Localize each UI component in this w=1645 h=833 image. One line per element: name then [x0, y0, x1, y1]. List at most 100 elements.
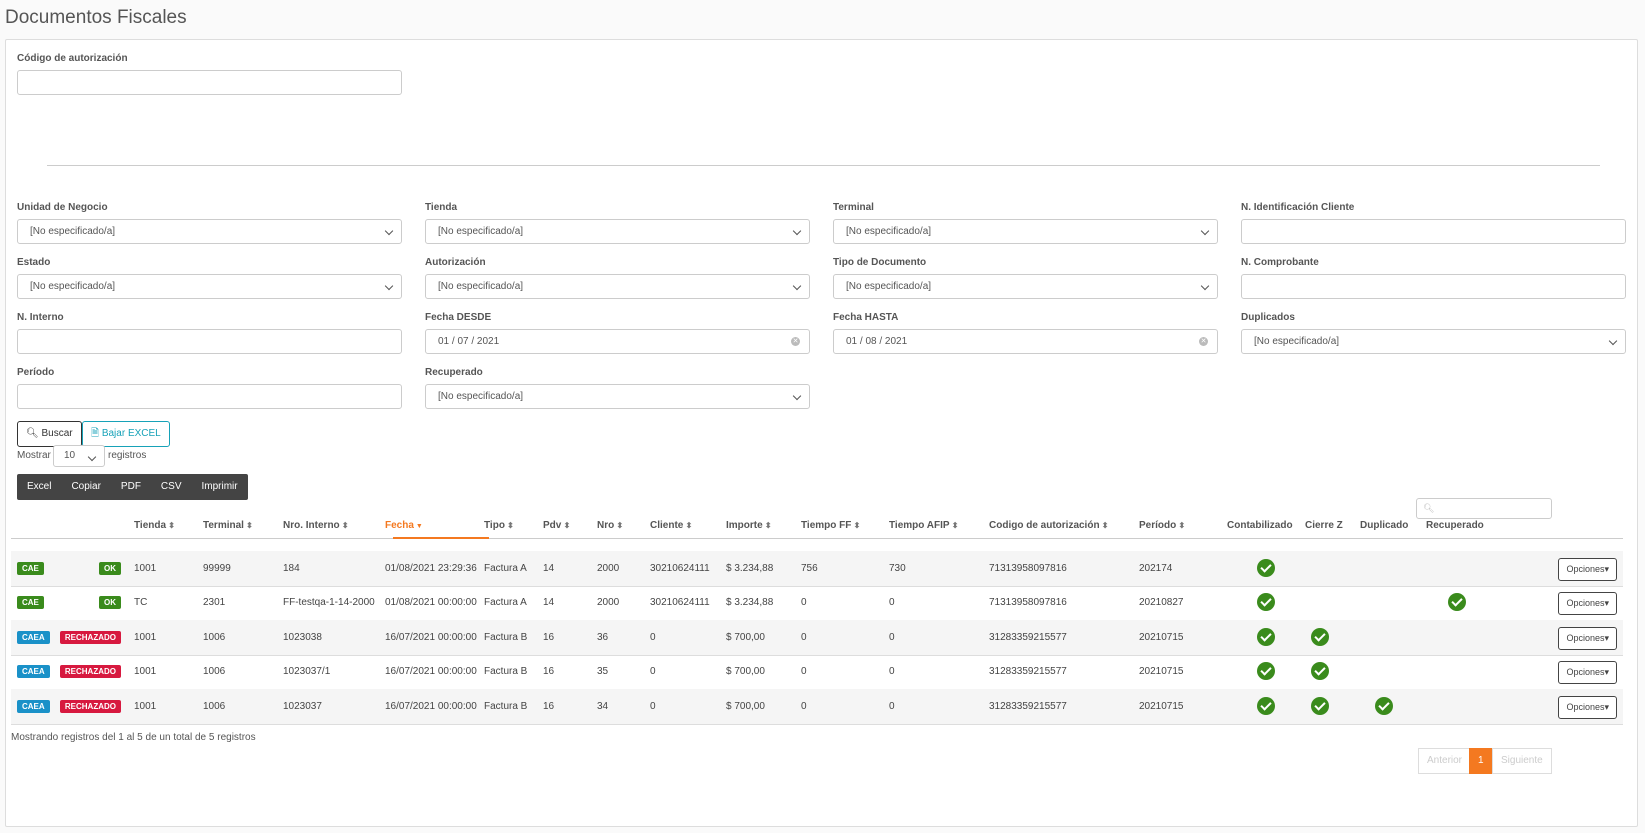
col-tiempo-afip[interactable]: Tiempo AFIP — [889, 520, 959, 531]
fecha-hasta-label: Fecha HASTA — [833, 312, 899, 323]
pagination-next[interactable]: Siguiente — [1492, 748, 1552, 774]
recuperado-value: [No especificado/a] — [438, 391, 524, 402]
tipo-documento-select[interactable]: [No especificado/a] — [833, 274, 1218, 299]
n-interno-input[interactable] — [17, 329, 402, 354]
duplicados-label: Duplicados — [1241, 312, 1295, 323]
opciones-button[interactable]: Opciones▾ — [1558, 661, 1617, 685]
opciones-button[interactable]: Opciones▾ — [1558, 626, 1617, 650]
cell-pdv: 16 — [543, 631, 555, 643]
cell-tiempo-ff: 0 — [801, 666, 807, 678]
codigo-autorizacion-input[interactable] — [17, 70, 402, 95]
cell-codigo: 31283359215577 — [989, 700, 1067, 712]
cell-tiempo-afip: 730 — [889, 563, 906, 574]
cell-tiempo-ff: 0 — [801, 631, 807, 643]
pagination-page-1[interactable]: 1 — [1469, 748, 1493, 774]
export-pdf-button[interactable]: PDF — [111, 474, 151, 500]
length-select[interactable]: 10 — [53, 445, 105, 467]
opciones-button[interactable]: Opciones▾ — [1558, 592, 1617, 616]
col-fecha[interactable]: Fecha — [385, 520, 423, 531]
check-circle-icon — [1311, 696, 1329, 715]
col-duplicado: Duplicado — [1360, 520, 1409, 531]
recuperado-select[interactable]: [No especificado/a] — [425, 384, 810, 409]
n-comprobante-input[interactable] — [1241, 274, 1626, 299]
estado-value: [No especificado/a] — [30, 281, 116, 292]
duplicados-select[interactable]: [No especificado/a] — [1241, 329, 1626, 354]
col-codigo-autorizacion[interactable]: Codigo de autorización — [989, 520, 1109, 531]
unidad-negocio-select[interactable]: [No especificado/a] — [17, 219, 402, 244]
export-excel-button[interactable]: Excel — [17, 474, 61, 500]
n-identificacion-cliente-label: N. Identificación Cliente — [1241, 202, 1355, 213]
length-value: 10 — [64, 450, 76, 461]
caret-down-icon: ▾ — [1604, 564, 1609, 574]
table-row: CAEA RECHAZADO 1001 1006 1023037 16/07/2021 0… — [11, 688, 1623, 725]
col-nro-interno[interactable]: Nro. Interno — [283, 520, 349, 531]
cell-periodo: 20210715 — [1139, 631, 1184, 643]
cell-terminal: 1006 — [203, 631, 226, 643]
n-identificacion-cliente-input[interactable] — [1241, 219, 1626, 244]
cell-terminal: 1006 — [203, 666, 226, 678]
col-importe[interactable]: Importe — [726, 520, 772, 531]
cell-pdv: 14 — [543, 597, 555, 609]
caret-down-icon: ▾ — [1604, 632, 1609, 643]
status-badge: OK — [99, 596, 121, 610]
col-contabilizado: Contabilizado — [1227, 520, 1293, 531]
cell-tiempo-afip: 0 — [889, 631, 895, 643]
opciones-button-label: Opciones — [1566, 701, 1605, 712]
cell-cliente: 0 — [650, 631, 656, 643]
col-recuperado: Recuperado — [1426, 520, 1484, 531]
cell-terminal: 2301 — [203, 597, 226, 609]
cell-pdv: 16 — [543, 700, 555, 712]
bajar-excel-button[interactable]: 🗎 Bajar EXCEL — [82, 421, 170, 447]
active-sort-underline — [393, 537, 489, 539]
opciones-button[interactable]: Opciones▾ — [1558, 695, 1617, 719]
periodo-label: Período — [17, 367, 55, 378]
opciones-button-label: Opciones — [1566, 564, 1605, 574]
estado-select[interactable]: [No especificado/a] — [17, 274, 402, 299]
status-badge: RECHAZADO — [59, 699, 121, 713]
check-circle-icon — [1257, 662, 1275, 681]
cell-codigo: 31283359215577 — [989, 631, 1067, 643]
status-badge: OK — [99, 562, 121, 575]
export-imprimir-button[interactable]: Imprimir — [191, 474, 247, 500]
table-row: CAE OK TC 2301 FF-testqa-1-14-2000 01/08/2021… — [11, 585, 1623, 622]
col-nro[interactable]: Nro — [597, 520, 623, 531]
tienda-label: Tienda — [425, 202, 458, 213]
cell-periodo: 20210715 — [1139, 700, 1184, 712]
cell-nro: 2000 — [597, 597, 620, 609]
col-tipo[interactable]: Tipo — [484, 520, 514, 531]
terminal-label: Terminal — [833, 202, 874, 213]
duplicados-value: [No especificado/a] — [1254, 336, 1340, 347]
cell-tienda: 1001 — [134, 666, 157, 678]
check-circle-icon — [1311, 662, 1329, 681]
table-search-input[interactable]: 🔍︎ — [1416, 498, 1552, 519]
col-pdv[interactable]: Pdv — [543, 520, 570, 531]
col-cliente[interactable]: Cliente — [650, 520, 692, 531]
recuperado-label: Recuperado — [425, 367, 483, 378]
check-circle-icon — [1448, 593, 1466, 612]
autorizacion-select[interactable]: [No especificado/a] — [425, 274, 810, 299]
terminal-select[interactable]: [No especificado/a] — [833, 219, 1218, 244]
pagination-prev[interactable]: Anterior — [1418, 748, 1472, 774]
col-cierre-z: Cierre Z — [1305, 520, 1343, 531]
export-csv-button[interactable]: CSV — [151, 474, 192, 500]
col-periodo[interactable]: Período — [1139, 520, 1185, 531]
opciones-button-label: Opciones — [1566, 667, 1605, 678]
opciones-button[interactable]: Opciones▾ — [1558, 558, 1617, 581]
fecha-hasta-input[interactable]: 01 / 08 / 2021 ✕ — [833, 329, 1218, 354]
cell-tiempo-ff: 0 — [801, 597, 807, 609]
buscar-button[interactable]: 🔍︎ Buscar — [17, 421, 82, 447]
table-info: Mostrando registros del 1 al 5 de un tot… — [11, 732, 256, 743]
cell-nro-interno: 1023038 — [283, 631, 322, 643]
col-tiempo-ff[interactable]: Tiempo FF — [801, 520, 860, 531]
cell-fecha: 16/07/2021 00:00:00 — [385, 666, 477, 678]
tienda-select[interactable]: [No especificado/a] — [425, 219, 810, 244]
fecha-desde-label: Fecha DESDE — [425, 312, 492, 323]
fecha-desde-input[interactable]: 01 / 07 / 2021 ✕ — [425, 329, 810, 354]
export-copiar-button[interactable]: Copiar — [61, 474, 110, 500]
periodo-input[interactable] — [17, 384, 402, 409]
clear-icon[interactable]: ✕ — [791, 337, 800, 346]
col-tienda[interactable]: Tienda — [134, 520, 175, 531]
col-terminal[interactable]: Terminal — [203, 520, 253, 531]
clear-icon[interactable]: ✕ — [1199, 337, 1208, 346]
bajar-excel-button-label: Bajar EXCEL — [101, 428, 161, 439]
